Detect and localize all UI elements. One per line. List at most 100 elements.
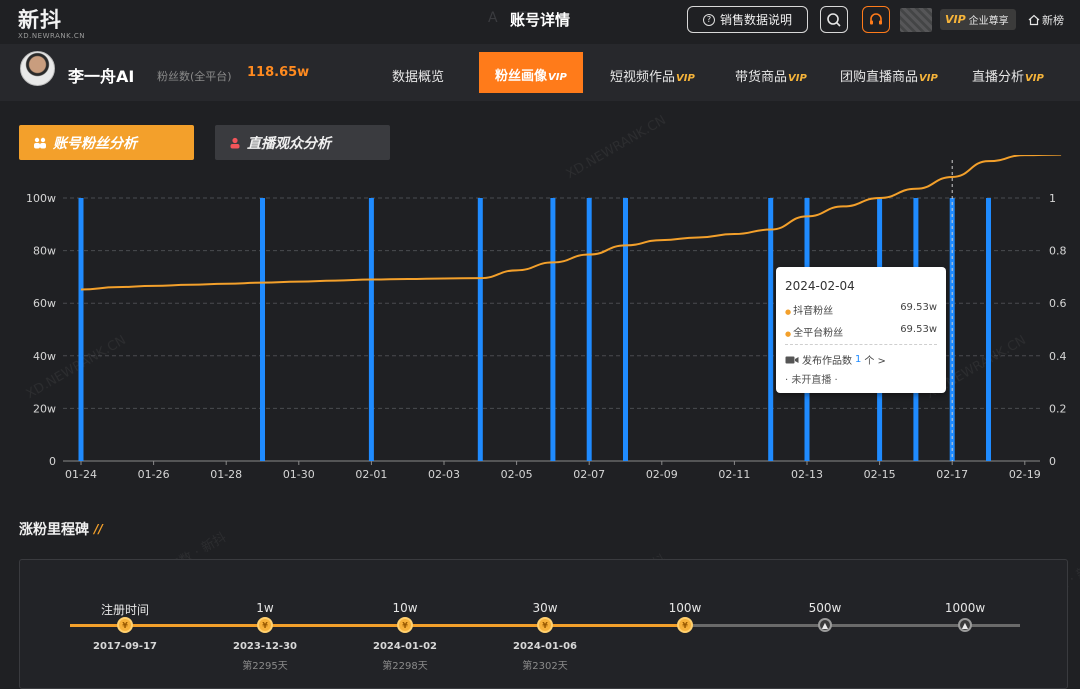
milestone-day-count: 第2295天: [242, 661, 288, 672]
user-avatar-blurred[interactable]: [900, 8, 932, 32]
milestone-section-title: 涨粉里程碑 //: [19, 519, 103, 539]
profile-bar: 李一舟AI 粉丝数(全平台) 118.65w 数据概览 粉丝画像VIP 短视频作…: [0, 44, 1080, 101]
works-bar: [368, 198, 374, 461]
page-title-shadow: A T: [488, 10, 535, 26]
tab-label: 短视频作品: [610, 70, 676, 85]
account-name: 李一舟AI: [68, 67, 135, 86]
question-icon: ?: [702, 13, 715, 26]
tab-fans-profile[interactable]: 粉丝画像VIP: [479, 52, 583, 93]
y-left-tick-label: 0: [49, 455, 56, 468]
y-right-tick-label: 0.6: [1049, 297, 1067, 310]
x-tick-label: 01-26: [138, 468, 170, 481]
vip-tag: VIP: [676, 73, 695, 84]
y-left-tick-label: 60w: [33, 297, 56, 310]
milestone-label: 100w: [668, 601, 702, 615]
y-right-tick-label: 0.8: [1049, 245, 1067, 258]
y-left-tick-label: 20w: [33, 402, 56, 415]
works-bar: [623, 198, 628, 461]
tooltip-douyin-value: 69.53w: [900, 302, 937, 313]
x-tick-label: 02-19: [1009, 468, 1041, 481]
milestone-lock-icon: ▲: [818, 618, 832, 632]
headset-icon: [870, 12, 882, 24]
vip-badge[interactable]: VIP 企业尊享: [940, 9, 1016, 30]
x-tick-label: 01-30: [283, 468, 315, 481]
logo-subtext: XD.NEWRANK.CN: [18, 32, 86, 40]
tab-live-analysis[interactable]: 直播分析VIP: [972, 66, 1044, 85]
x-tick-label: 02-13: [791, 468, 823, 481]
works-bar: [768, 198, 774, 461]
y-left-tick-label: 80w: [33, 245, 56, 258]
top-bar: 新抖 XD.NEWRANK.CN A T 账号详情 ? 销售数据说明 VIP 企…: [0, 0, 1080, 44]
milestone-achieved-icon: ¥: [117, 617, 133, 633]
x-tick-label: 02-05: [501, 468, 533, 481]
milestone-achieved-icon: ¥: [537, 617, 553, 633]
milestone-card: 注册时间 ¥2017-09-17 1w ¥2023-12-30 第2295天 10w ¥20…: [19, 559, 1068, 689]
search-button[interactable]: [820, 6, 848, 33]
y-right-tick-label: 0.2: [1049, 402, 1067, 415]
milestone-day-count: 第2298天: [382, 661, 428, 672]
y-right-tick-label: 1: [1049, 192, 1056, 205]
milestone-label: 500w: [808, 601, 842, 615]
tooltip-live-status: · 未开直播 ·: [785, 375, 838, 386]
fans-count-label: 粉丝数(全平台): [157, 70, 232, 83]
milestone-track-achieved: [70, 624, 685, 627]
vip-tag: VIP: [919, 73, 938, 84]
works-bar: [78, 198, 84, 461]
milestone-label: 1000w: [944, 601, 986, 615]
sales-data-explain-button[interactable]: ? 销售数据说明: [687, 6, 808, 33]
tooltip-works-prefix: 发布作品数: [802, 356, 852, 367]
tooltip-all-row: ● 全平台粉丝 69.53w: [785, 324, 937, 339]
works-bar: [260, 198, 265, 461]
tooltip-works-suffix: 个 >: [864, 356, 886, 367]
logo[interactable]: 新抖 XD.NEWRANK.CN: [18, 4, 85, 40]
home-icon: [1028, 14, 1040, 26]
milestone-achieved-icon: ¥: [397, 617, 413, 633]
milestone-label: 1w: [256, 601, 274, 615]
works-bar: [986, 198, 991, 461]
chart-tooltip: 2024-02-04 ● 抖音粉丝 69.53w ● 全平台粉丝 69.53w 发布…: [776, 267, 946, 393]
y-right-tick-label: 0: [1049, 455, 1056, 468]
x-tick-label: 01-28: [210, 468, 242, 481]
tooltip-all-label: 全平台粉丝: [793, 328, 844, 339]
home-label: 新榜: [1042, 14, 1064, 27]
sales-data-explain-label: 销售数据说明: [719, 13, 792, 27]
tab-goods[interactable]: 带货商品VIP: [735, 66, 807, 85]
milestone-lock-icon: ▲: [958, 618, 972, 632]
user-icon: [230, 137, 240, 148]
tab-label: 直播观众分析: [247, 135, 331, 152]
x-tick-label: 01-24: [65, 468, 97, 481]
users-icon: [34, 137, 46, 148]
milestone-date: 2017-09-17: [93, 641, 157, 652]
milestone-label: 注册时间: [100, 603, 149, 617]
customer-service-button[interactable]: [862, 6, 890, 33]
y-left-tick-label: 100w: [26, 192, 56, 205]
dot-icon: ●: [785, 330, 792, 338]
y-right-tick-label: 0.4: [1049, 350, 1067, 363]
tooltip-douyin-row: ● 抖音粉丝 69.53w: [785, 302, 937, 317]
tab-group-live-goods[interactable]: 团购直播商品VIP: [840, 66, 938, 85]
milestone-achieved-icon: ¥: [257, 617, 273, 633]
tooltip-douyin-label: 抖音粉丝: [793, 306, 834, 317]
works-bar: [550, 198, 556, 461]
milestone-label: 10w: [392, 601, 418, 615]
tooltip-works-count: 1: [855, 354, 862, 365]
tooltip-all-value: 69.53w: [900, 324, 937, 335]
milestone-date: 2024-01-06: [513, 641, 577, 652]
milestone-achieved-icon: ¥: [677, 617, 693, 633]
video-camera-icon: [785, 356, 799, 363]
y-left-tick-label: 40w: [33, 350, 56, 363]
dot-icon: ●: [785, 308, 792, 316]
tab-short-videos[interactable]: 短视频作品VIP: [610, 66, 695, 85]
home-link[interactable]: 新榜: [1028, 12, 1064, 28]
tab-label: 账号粉丝分析: [53, 135, 137, 152]
milestone-title-text: 涨粉里程碑: [19, 522, 89, 538]
tab-label: 粉丝画像: [495, 69, 548, 84]
tooltip-date: 2024-02-04: [785, 279, 855, 293]
vip-tag: VIP: [548, 72, 567, 83]
logo-text: 新抖: [18, 8, 62, 32]
title-decoration-icon: //: [94, 522, 103, 536]
milestone-date: 2023-12-30: [233, 641, 297, 652]
tab-data-overview[interactable]: 数据概览: [392, 66, 444, 85]
tooltip-works-link[interactable]: 发布作品数 1 个 >: [785, 352, 886, 367]
fans-count-value: 118.65w: [247, 65, 310, 80]
